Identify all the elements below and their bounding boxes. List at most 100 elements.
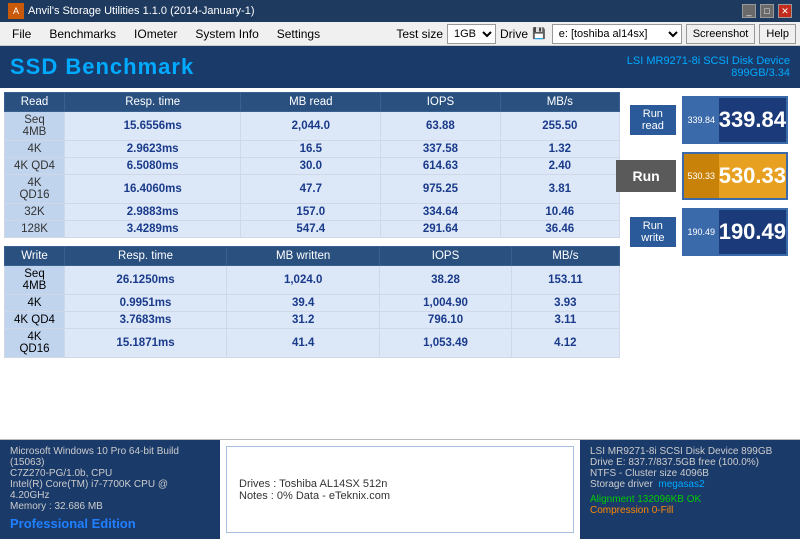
row-label: 32K: [5, 204, 65, 221]
mb-value: 39.4: [227, 295, 380, 312]
write-score-value: 190.49: [719, 210, 786, 254]
table-row: 4K QD4 6.5080ms 30.0 614.63 2.40: [5, 158, 620, 175]
read-header-mb: MB read: [241, 93, 381, 112]
drive-label: Drive: [500, 27, 528, 41]
row-label: 4K QD16: [5, 175, 65, 204]
mb-value: 1,024.0: [227, 266, 380, 295]
row-label: 4K: [5, 141, 65, 158]
left-section: Read Resp. time MB read IOPS MB/s Seq 4M…: [4, 92, 620, 435]
drive-select[interactable]: e: [toshiba al14sx]: [552, 24, 682, 44]
benchmark-title: SSD Benchmark: [10, 54, 194, 80]
table-row: 4K 0.9951ms 39.4 1,004.90 3.93: [5, 295, 620, 312]
row-label: 4K QD4: [5, 312, 65, 329]
menu-bar: File Benchmarks IOmeter System Info Sett…: [0, 22, 800, 46]
read-score-display: 339.84 339.84: [682, 96, 788, 144]
mbs-value: 3.93: [511, 295, 619, 312]
table-row: 4K QD4 3.7683ms 31.2 796.10 3.11: [5, 312, 620, 329]
run-write-button[interactable]: Run write: [630, 217, 676, 247]
mbs-value: 3.11: [511, 312, 619, 329]
read-header-iops: IOPS: [381, 93, 500, 112]
write-score-row: Run write 190.49 190.49: [630, 208, 792, 256]
row-label: Seq 4MB: [5, 266, 65, 295]
benchmark-header: SSD Benchmark LSI MR9271-8i SCSI Disk De…: [0, 46, 800, 88]
mbs-value: 4.12: [511, 329, 619, 358]
resp-time: 3.4289ms: [65, 221, 241, 238]
read-table: Read Resp. time MB read IOPS MB/s Seq 4M…: [4, 92, 620, 238]
table-row: Seq 4MB 26.1250ms 1,024.0 38.28 153.11: [5, 266, 620, 295]
mb-value: 41.4: [227, 329, 380, 358]
window-title: Anvil's Storage Utilities 1.1.0 (2014-Ja…: [28, 5, 254, 17]
device-info: LSI MR9271-8i SCSI Disk Device 899GB/3.3…: [627, 55, 790, 79]
footer-device: LSI MR9271-8i SCSI Disk Device 899GB: [590, 446, 790, 457]
footer-drives: Drives : Toshiba AL14SX 512n: [239, 478, 561, 490]
resp-time: 26.1250ms: [65, 266, 227, 295]
row-label: 4K QD4: [5, 158, 65, 175]
pro-edition-label: Professional Edition: [10, 516, 210, 531]
footer-os: Microsoft Windows 10 Pro 64-bit Build (1…: [10, 446, 210, 468]
total-score-display: 530.33 530.33: [682, 152, 788, 200]
iops-value: 975.25: [381, 175, 500, 204]
mb-value: 31.2: [227, 312, 380, 329]
minimize-button[interactable]: _: [742, 4, 756, 18]
read-score-label: 339.84: [684, 98, 719, 142]
maximize-button[interactable]: □: [760, 4, 774, 18]
write-header-label: Write: [5, 247, 65, 266]
footer-notes: Notes : 0% Data - eTeknix.com: [239, 490, 561, 502]
footer-memory: Memory : 32.686 MB: [10, 501, 210, 512]
iops-value: 291.64: [381, 221, 500, 238]
iops-value: 337.58: [381, 141, 500, 158]
footer-cpu: Intel(R) Core(TM) i7-7700K CPU @ 4.20GHz: [10, 479, 210, 501]
run-button[interactable]: Run: [616, 160, 675, 192]
table-row: 128K 3.4289ms 547.4 291.64 36.46: [5, 221, 620, 238]
table-row: 4K QD16 15.1871ms 41.4 1,053.49 4.12: [5, 329, 620, 358]
screenshot-button[interactable]: Screenshot: [686, 24, 756, 44]
help-button[interactable]: Help: [759, 24, 796, 44]
table-area: Read Resp. time MB read IOPS MB/s Seq 4M…: [0, 88, 800, 439]
resp-time: 6.5080ms: [65, 158, 241, 175]
footer-left: Microsoft Windows 10 Pro 64-bit Build (1…: [0, 440, 220, 539]
main-content: SSD Benchmark LSI MR9271-8i SCSI Disk De…: [0, 46, 800, 539]
test-size-select[interactable]: 1GB: [447, 24, 496, 44]
device-name: LSI MR9271-8i SCSI Disk Device: [627, 55, 790, 67]
total-score-label: 530.33: [684, 154, 719, 198]
menu-benchmarks[interactable]: Benchmarks: [41, 23, 124, 45]
table-row: 4K QD16 16.4060ms 47.7 975.25 3.81: [5, 175, 620, 204]
write-table: Write Resp. time MB written IOPS MB/s Se…: [4, 246, 620, 358]
write-header-mb: MB written: [227, 247, 380, 266]
read-header-resp: Resp. time: [65, 93, 241, 112]
resp-time: 2.9623ms: [65, 141, 241, 158]
row-label: 128K: [5, 221, 65, 238]
iops-value: 63.88: [381, 112, 500, 141]
resp-time: 15.1871ms: [65, 329, 227, 358]
resp-time: 16.4060ms: [65, 175, 241, 204]
menu-settings[interactable]: Settings: [269, 23, 328, 45]
menu-systeminfo[interactable]: System Info: [187, 23, 266, 45]
iops-value: 1,004.90: [380, 295, 511, 312]
mb-value: 157.0: [241, 204, 381, 221]
mb-value: 2,044.0: [241, 112, 381, 141]
test-size-label: Test size: [396, 27, 443, 41]
footer-driver: Storage driver megasas2: [590, 479, 790, 490]
run-read-button[interactable]: Run read: [630, 105, 676, 135]
app-icon: A: [8, 3, 24, 19]
drive-icon: 💾: [532, 27, 546, 40]
mbs-value: 153.11: [511, 266, 619, 295]
menu-file[interactable]: File: [4, 23, 39, 45]
row-label: 4K QD16: [5, 329, 65, 358]
right-panel: Run read 339.84 339.84 Run 530.33 530.33…: [626, 92, 796, 435]
footer-ntfs: NTFS - Cluster size 4096B: [590, 468, 790, 479]
mb-value: 30.0: [241, 158, 381, 175]
total-score-value: 530.33: [719, 154, 786, 198]
window-controls: _ □ ✕: [742, 4, 792, 18]
menu-iometer[interactable]: IOmeter: [126, 23, 185, 45]
close-button[interactable]: ✕: [778, 4, 792, 18]
resp-time: 3.7683ms: [65, 312, 227, 329]
write-header-resp: Resp. time: [65, 247, 227, 266]
read-score-row: Run read 339.84 339.84: [630, 96, 792, 144]
read-header-mbs: MB/s: [500, 93, 619, 112]
mbs-value: 36.46: [500, 221, 619, 238]
read-score-value: 339.84: [719, 98, 786, 142]
resp-time: 0.9951ms: [65, 295, 227, 312]
footer-center: Drives : Toshiba AL14SX 512n Notes : 0% …: [226, 446, 574, 533]
iops-value: 614.63: [381, 158, 500, 175]
